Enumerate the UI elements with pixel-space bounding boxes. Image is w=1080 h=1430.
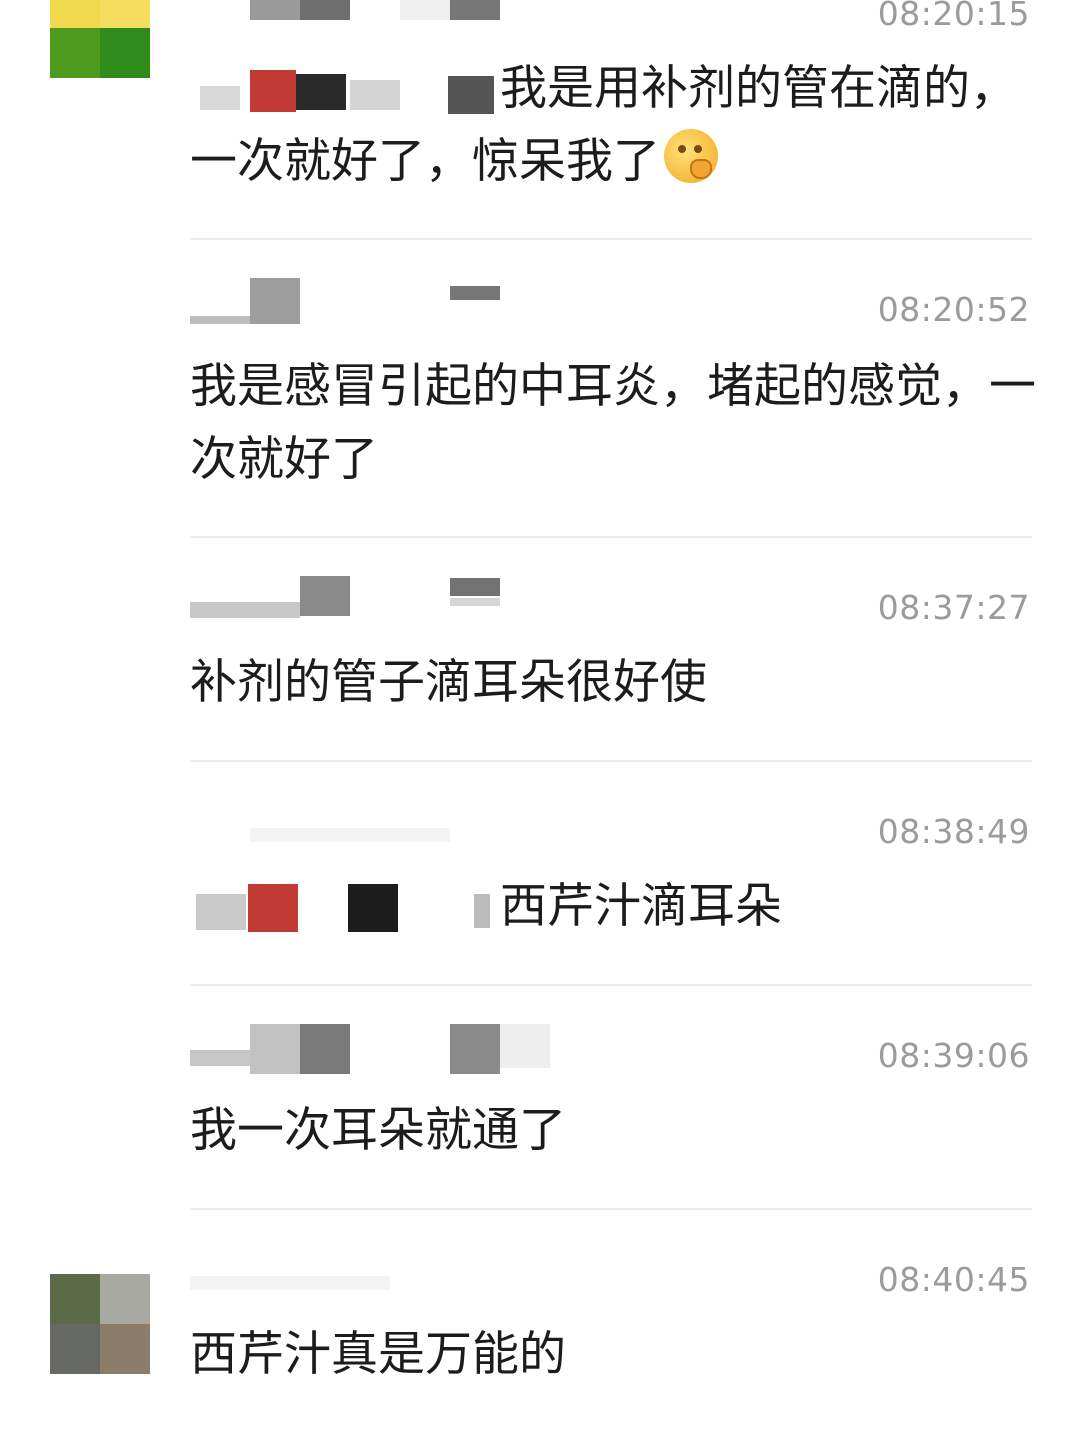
username-blurred: [190, 278, 750, 324]
comment-text: 我是感冒引起的中耳炎，堵起的感觉，一次就好了: [190, 359, 1036, 487]
comment-text: 我一次耳朵就通了: [190, 1103, 566, 1158]
mention-blurred[interactable]: [190, 62, 500, 122]
mention-blurred[interactable]: [190, 880, 500, 940]
divider: [190, 760, 1032, 762]
comment-time: 08:40:45: [877, 1260, 1030, 1299]
username-blurred: [190, 818, 750, 858]
divider: [190, 1208, 1032, 1210]
comment-time: 08:39:06: [877, 1036, 1030, 1075]
comment-text: 我是用补剂的管在滴的，一次就好了，惊呆我了: [190, 61, 1017, 189]
comment-text: 西芹汁滴耳朵: [190, 870, 1040, 943]
thinking-face-emoji: [664, 129, 718, 183]
divider: [190, 984, 1032, 986]
comment-time: 08:37:27: [877, 588, 1030, 627]
username-blurred: [190, 1266, 750, 1306]
username-blurred: [190, 576, 750, 618]
divider: [190, 238, 1032, 240]
username-blurred: [190, 0, 750, 30]
username-blurred: [190, 1024, 750, 1074]
avatar[interactable]: [50, 0, 150, 78]
comment-text: 西芹汁真是万能的: [190, 1327, 566, 1382]
comment-time: 08:20:15: [877, 0, 1030, 33]
comment-time: 08:20:52: [877, 290, 1030, 329]
comment-text: 补剂的管子滴耳朵很好使: [190, 655, 707, 710]
divider: [190, 536, 1032, 538]
avatar[interactable]: [50, 1274, 150, 1374]
comment-time: 08:38:49: [877, 812, 1030, 851]
